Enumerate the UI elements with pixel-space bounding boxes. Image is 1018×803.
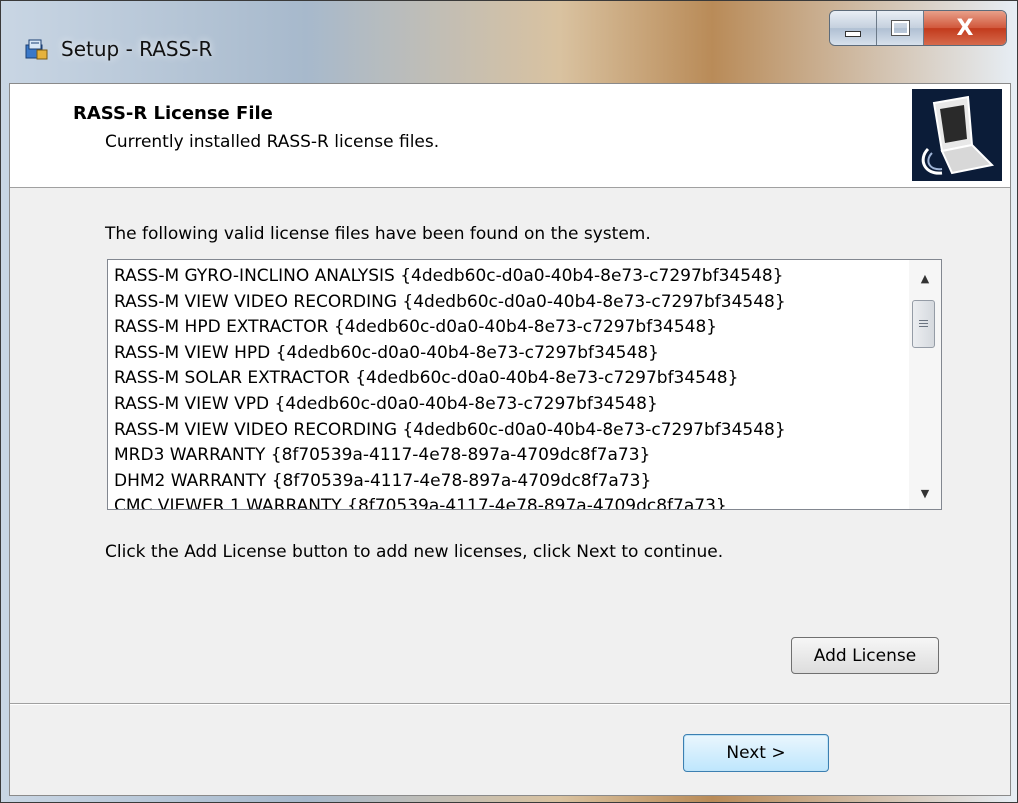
setup-window: Setup - RASS-R X RASS-R License File Cur… <box>0 0 1018 803</box>
window-title: Setup - RASS-R <box>61 37 213 61</box>
instructions-text: Click the Add License button to add new … <box>105 542 724 562</box>
close-icon: X <box>956 15 974 41</box>
scroll-thumb[interactable] <box>912 300 935 348</box>
license-list-item[interactable]: RASS-M GYRO-INCLINO ANALYSIS {4dedb60c-d… <box>114 264 941 290</box>
next-button[interactable]: Next > <box>683 734 829 772</box>
wizard-dialog: RASS-R License File Currently installed … <box>9 83 1011 796</box>
license-list-item[interactable]: RASS-M VIEW VPD {4dedb60c-d0a0-40b4-8e73… <box>114 392 941 418</box>
license-list-item[interactable]: CMC VIEWER 1 WARRANTY {8f70539a-4117-4e7… <box>114 494 941 509</box>
scroll-up-arrow-icon[interactable]: ▲ <box>909 264 941 292</box>
license-items: RASS-M GYRO-INCLINO ANALYSIS {4dedb60c-d… <box>108 260 941 509</box>
license-list-item[interactable]: RASS-M HPD EXTRACTOR {4dedb60c-d0a0-40b4… <box>114 315 941 341</box>
grip-icon <box>919 319 928 329</box>
minimize-icon <box>845 31 861 37</box>
license-list[interactable]: RASS-M GYRO-INCLINO ANALYSIS {4dedb60c-d… <box>107 259 942 510</box>
scroll-down-arrow-icon[interactable]: ▼ <box>909 479 941 507</box>
maximize-icon <box>890 20 910 36</box>
intro-text: The following valid license files have b… <box>105 224 651 244</box>
close-button[interactable]: X <box>924 11 1006 45</box>
computer-install-icon <box>912 89 1002 181</box>
minimize-button[interactable] <box>830 11 877 45</box>
license-list-item[interactable]: DHM2 WARRANTY {8f70539a-4117-4e78-897a-4… <box>114 469 941 495</box>
license-list-item[interactable]: MRD3 WARRANTY {8f70539a-4117-4e78-897a-4… <box>114 443 941 469</box>
license-list-item[interactable]: RASS-M SOLAR EXTRACTOR {4dedb60c-d0a0-40… <box>114 366 941 392</box>
next-button-label: Next > <box>726 743 786 763</box>
page-subtitle: Currently installed RASS-R license files… <box>105 132 440 152</box>
wizard-header: RASS-R License File Currently installed … <box>10 84 1010 188</box>
add-license-button[interactable]: Add License <box>791 637 939 674</box>
caption-buttons: X <box>829 10 1007 46</box>
title-bar[interactable]: Setup - RASS-R X <box>1 1 1017 83</box>
license-list-item[interactable]: RASS-M VIEW VIDEO RECORDING {4dedb60c-d0… <box>114 290 941 316</box>
footer-divider <box>10 703 1010 705</box>
license-list-scrollbar[interactable]: ▲ ▼ <box>909 260 941 509</box>
license-list-item[interactable]: RASS-M VIEW HPD {4dedb60c-d0a0-40b4-8e73… <box>114 341 941 367</box>
maximize-button[interactable] <box>877 11 924 45</box>
license-list-item[interactable]: RASS-M VIEW VIDEO RECORDING {4dedb60c-d0… <box>114 418 941 444</box>
page-title: RASS-R License File <box>73 103 273 124</box>
setup-installer-icon <box>23 36 49 62</box>
